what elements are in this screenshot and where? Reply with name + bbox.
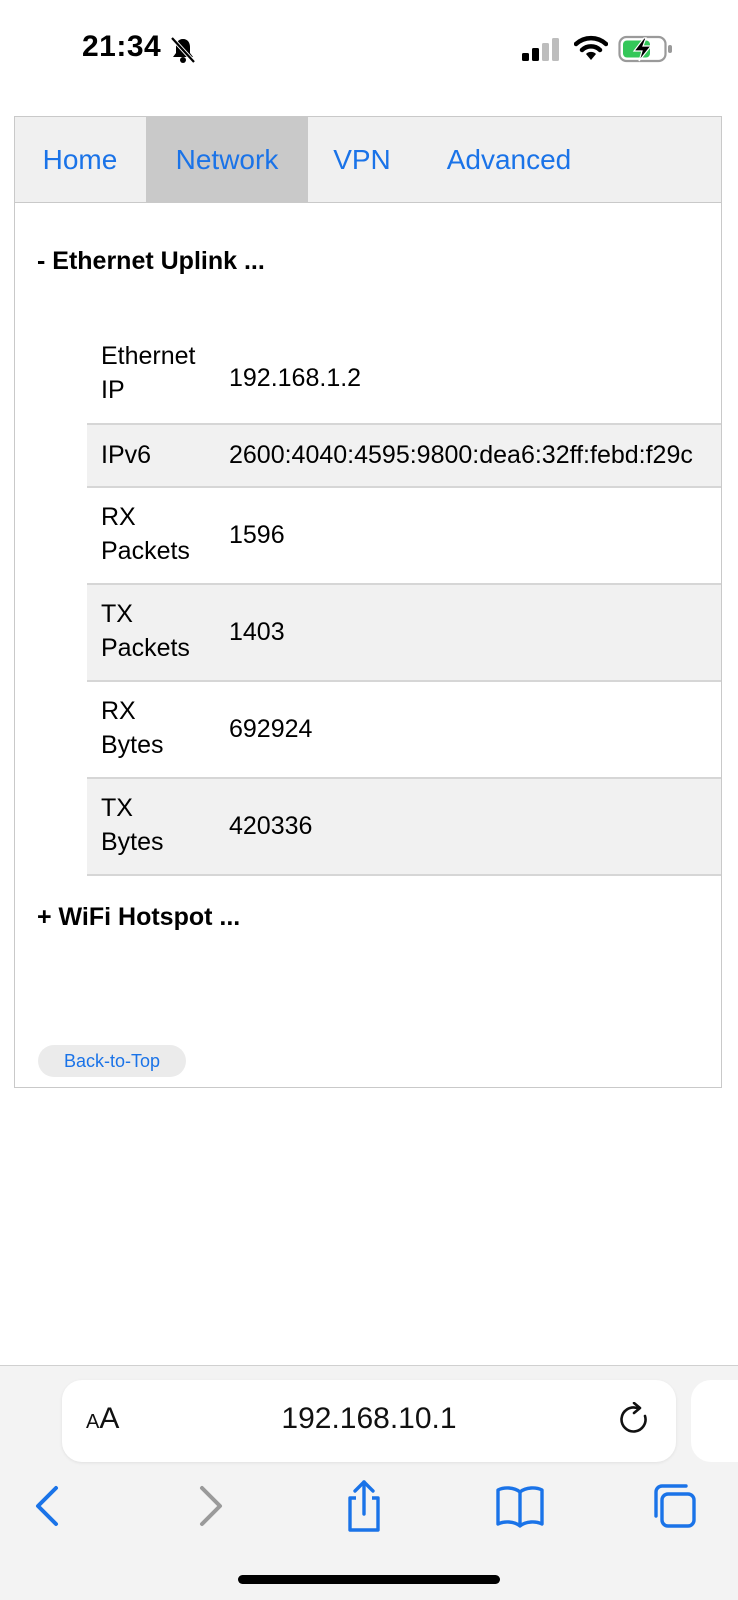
battery-charging-icon bbox=[618, 35, 672, 63]
back-to-top-button[interactable]: Back-to-Top bbox=[38, 1045, 186, 1077]
tab-home[interactable]: Home bbox=[15, 117, 145, 202]
table-row: Ethernet IP 192.168.1.2 bbox=[87, 329, 721, 425]
table-row: TX Bytes 420336 bbox=[87, 779, 721, 876]
tab-bar: Home Network VPN Advanced bbox=[15, 117, 721, 203]
reload-icon[interactable] bbox=[618, 1402, 652, 1438]
home-indicator bbox=[238, 1575, 500, 1584]
ethernet-stats-table: Ethernet IP 192.168.1.2 IPv6 2600:4040:4… bbox=[87, 329, 721, 876]
table-row: IPv6 2600:4040:4595:9800:dea6:32ff:febd:… bbox=[87, 425, 721, 488]
row-label: TX Packets bbox=[101, 597, 221, 665]
browser-toolbar: AA 192.168.10.1 bbox=[0, 1365, 738, 1600]
row-value: 2600:4040:4595:9800:dea6:32ff:febd:f29c bbox=[229, 441, 693, 469]
row-value: 1596 bbox=[229, 521, 285, 549]
row-label-line: IP bbox=[101, 376, 125, 404]
status-bar: 21:34 bbox=[0, 0, 738, 100]
table-row: RX Packets 1596 bbox=[87, 488, 721, 585]
wifi-hotspot-toggle[interactable]: + WiFi Hotspot ... bbox=[37, 903, 240, 932]
row-value: 192.168.1.2 bbox=[229, 364, 362, 392]
row-label-line: Bytes bbox=[101, 731, 164, 759]
wifi-icon bbox=[574, 35, 608, 60]
row-label: Ethernet IP bbox=[101, 339, 221, 407]
table-row: TX Packets 1403 bbox=[87, 585, 721, 682]
router-panel: Home Network VPN Advanced - Ethernet Upl… bbox=[14, 116, 722, 1088]
row-label: IPv6 bbox=[101, 438, 221, 472]
cellular-signal-icon bbox=[522, 38, 559, 61]
row-label: RX Packets bbox=[101, 500, 221, 568]
row-label-line: RX bbox=[101, 503, 136, 531]
row-label-line: Packets bbox=[101, 634, 190, 662]
tab-vpn[interactable]: VPN bbox=[311, 117, 413, 202]
tab-advanced[interactable]: Advanced bbox=[435, 117, 583, 202]
silent-bell-icon bbox=[170, 36, 196, 64]
tab-network[interactable]: Network bbox=[146, 117, 308, 202]
row-value: 1403 bbox=[229, 618, 285, 646]
back-icon[interactable] bbox=[18, 1478, 78, 1534]
table-row: RX Bytes 692924 bbox=[87, 682, 721, 779]
tabs-icon[interactable] bbox=[646, 1478, 706, 1534]
row-label: RX Bytes bbox=[101, 694, 221, 762]
row-label-line: TX bbox=[101, 794, 133, 822]
row-label-line: TX bbox=[101, 600, 133, 628]
row-value: 420336 bbox=[229, 812, 313, 840]
forward-icon[interactable] bbox=[180, 1478, 240, 1534]
bookmarks-icon[interactable] bbox=[490, 1478, 550, 1534]
row-label-line: RX bbox=[101, 697, 136, 725]
ethernet-uplink-toggle[interactable]: - Ethernet Uplink ... bbox=[37, 247, 265, 276]
row-label-line: Bytes bbox=[101, 828, 164, 856]
row-value: 692924 bbox=[229, 715, 313, 743]
url-text[interactable]: 192.168.10.1 bbox=[62, 1402, 676, 1436]
status-time: 21:34 bbox=[82, 30, 162, 63]
row-label-line: Packets bbox=[101, 537, 190, 565]
row-label-line: Ethernet bbox=[101, 342, 196, 370]
row-label: TX Bytes bbox=[101, 791, 221, 859]
next-tab-preview[interactable] bbox=[691, 1380, 738, 1462]
share-icon[interactable] bbox=[334, 1478, 394, 1534]
row-label-line: IPv6 bbox=[101, 441, 152, 469]
address-bar[interactable]: AA 192.168.10.1 bbox=[62, 1380, 676, 1462]
